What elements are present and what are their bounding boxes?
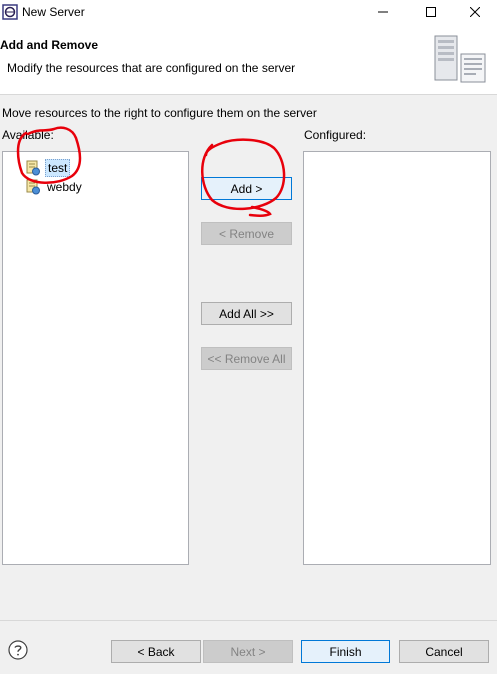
finish-button[interactable]: Finish: [301, 640, 390, 663]
maximize-button[interactable]: [408, 0, 454, 24]
footer-separator: [0, 620, 497, 621]
close-button[interactable]: [452, 0, 497, 24]
server-wizard-icon: [434, 35, 486, 83]
close-icon: [470, 7, 480, 17]
title-bar: New Server: [0, 0, 497, 24]
configured-label: Configured:: [304, 128, 367, 142]
page-title: Add and Remove: [0, 38, 99, 52]
annotation-tail-add: [248, 205, 272, 217]
list-item-label: webdy: [47, 180, 82, 194]
add-all-button[interactable]: Add All >>: [201, 302, 292, 325]
list-item-test[interactable]: test: [25, 159, 71, 177]
page-description: Modify the resources that are configured…: [7, 61, 296, 75]
list-item-label: test: [45, 159, 71, 177]
help-icon[interactable]: [8, 640, 28, 660]
window-title: New Server: [22, 5, 85, 19]
wizard-banner: Add and Remove Modify the resources that…: [0, 24, 497, 95]
remove-all-button[interactable]: << Remove All: [201, 347, 292, 370]
list-item-webdy[interactable]: webdy: [25, 178, 84, 196]
instruction-text: Move resources to the right to configure…: [2, 106, 317, 120]
remove-button[interactable]: < Remove: [201, 222, 292, 245]
web-module-icon: [26, 160, 40, 176]
configured-list[interactable]: [303, 151, 491, 565]
web-module-icon: [26, 179, 40, 195]
add-button[interactable]: Add >: [201, 177, 292, 200]
minimize-button[interactable]: [360, 0, 406, 24]
available-label: Available:: [2, 128, 54, 142]
minimize-icon: [378, 11, 388, 13]
eclipse-app-icon: [2, 4, 18, 20]
maximize-icon: [426, 7, 436, 17]
back-button[interactable]: < Back: [111, 640, 201, 663]
cancel-button[interactable]: Cancel: [399, 640, 489, 663]
next-button[interactable]: Next >: [203, 640, 293, 663]
available-list[interactable]: test webdy: [2, 151, 189, 565]
